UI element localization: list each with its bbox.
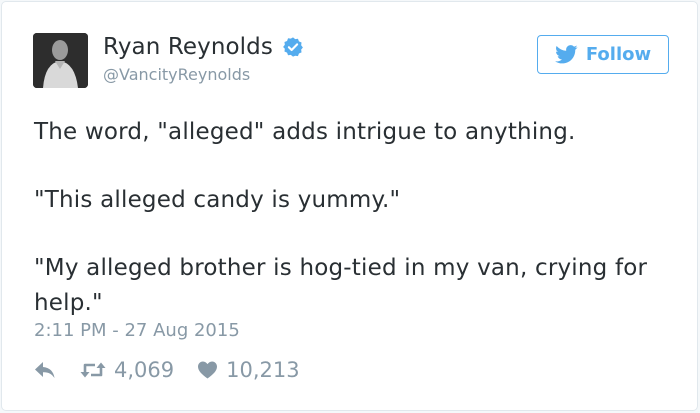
follow-button[interactable]: Follow (537, 35, 669, 74)
author-handle[interactable]: @VancityReynolds (103, 65, 250, 84)
reply-icon (35, 362, 55, 378)
tweet-line: "My alleged brother is hog-tied in my va… (34, 255, 648, 316)
reply-button[interactable] (34, 360, 78, 380)
twitter-bird-icon (554, 45, 578, 64)
tweet-line: The word, "alleged" adds intrigue to any… (34, 119, 576, 145)
tweet-text: The word, "alleged" adds intrigue to any… (34, 115, 674, 321)
avatar[interactable] (33, 33, 88, 88)
retweet-button[interactable]: 4,069 (78, 358, 174, 382)
tweet-card: Ryan Reynolds @VancityReynolds Follow Th… (1, 1, 698, 411)
author-display-name[interactable]: Ryan Reynolds (103, 34, 273, 60)
follow-button-label: Follow (585, 44, 652, 65)
retweet-count: 4,069 (114, 358, 175, 382)
tweet-actions: 4,069 10,213 (34, 358, 300, 382)
author-name-row: Ryan Reynolds (103, 34, 304, 60)
like-button[interactable]: 10,213 (174, 358, 300, 382)
verified-badge-icon (283, 37, 303, 57)
like-count: 10,213 (226, 358, 300, 382)
heart-icon (198, 361, 218, 379)
tweet-timestamp[interactable]: 2:11 PM - 27 Aug 2015 (34, 320, 240, 341)
tweet-line: "This alleged candy is yummy." (34, 187, 401, 213)
retweet-icon (80, 362, 106, 378)
avatar-photo (33, 33, 88, 88)
